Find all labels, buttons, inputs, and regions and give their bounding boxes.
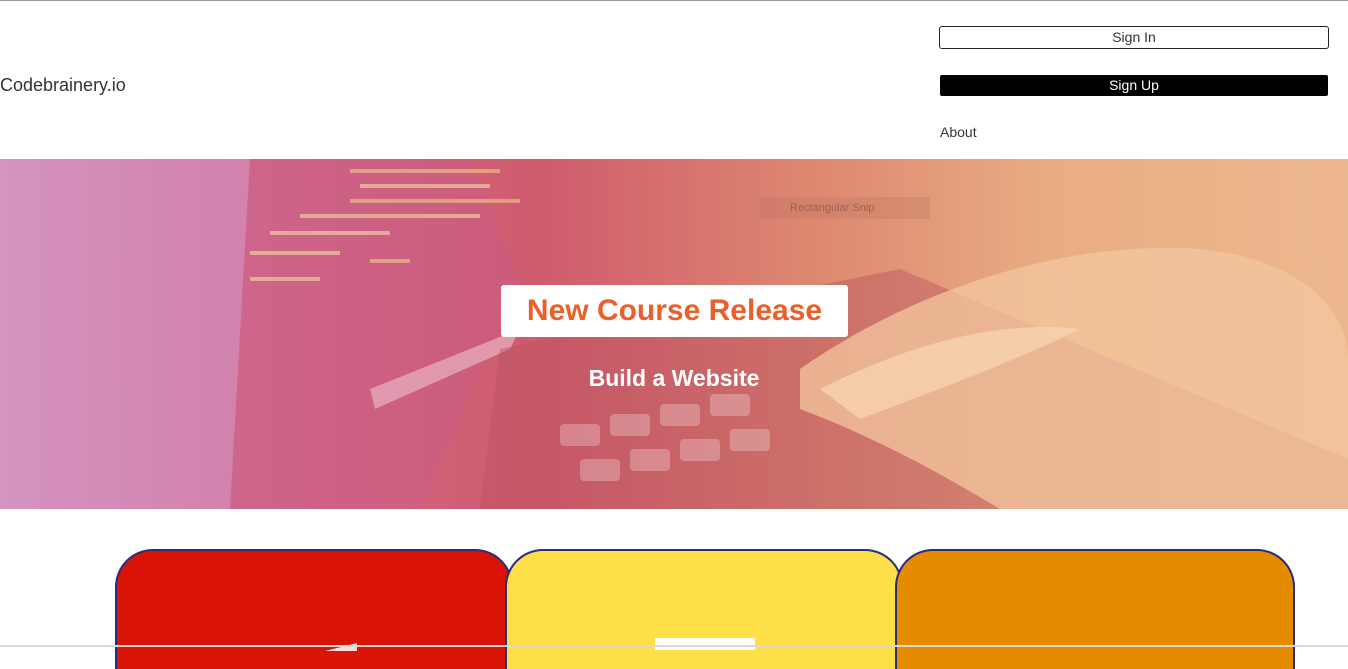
brand-logo-text[interactable]: Codebrainery.io (0, 75, 126, 96)
nav-link-about[interactable]: About (940, 124, 977, 140)
sign-up-button[interactable]: Sign Up (940, 75, 1328, 96)
course-card-red[interactable] (115, 549, 513, 669)
hero-title-box: New Course Release (501, 285, 848, 337)
hero-subtitle: Build a Website (588, 365, 760, 391)
sign-in-button[interactable]: Sign In (939, 26, 1329, 49)
course-card-yellow[interactable] (505, 549, 903, 669)
course-cards-section (0, 509, 1348, 669)
site-header: Codebrainery.io Sign In Sign Up About (0, 1, 1348, 159)
rectangular-snip-tooltip: Rectangular Snip (760, 197, 930, 219)
course-card-orange[interactable] (895, 549, 1295, 669)
hero-title: New Course Release (526, 294, 823, 327)
card-yellow-icon (655, 638, 755, 650)
hero-banner: Rectangular Snip New Course Release Buil… (0, 159, 1348, 509)
